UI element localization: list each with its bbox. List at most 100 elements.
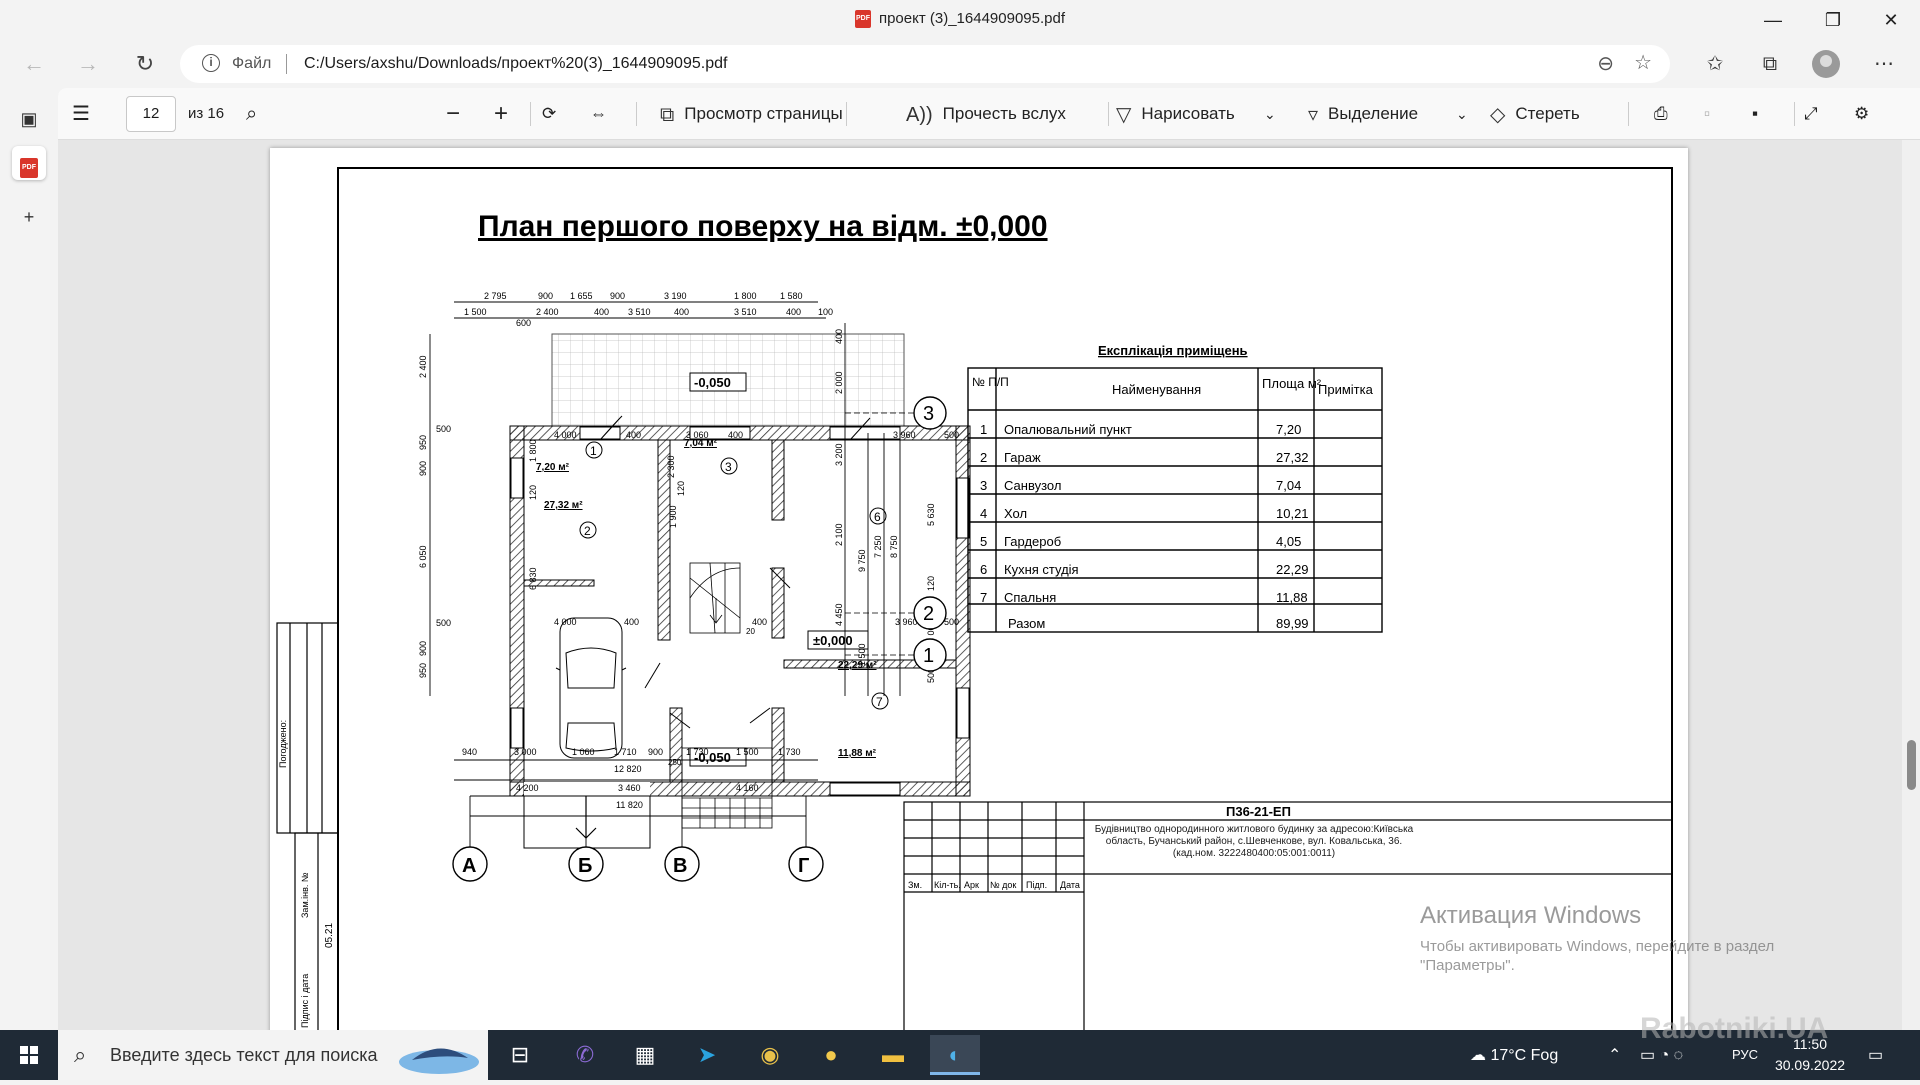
inner-vert-dim: 120 — [676, 481, 686, 496]
table-cell-area: 89,99 — [1276, 616, 1309, 631]
floor-plan-sheet: Погоджено: Зам.інв. № Підпис і дата 05.2… — [276, 167, 1673, 1030]
edge-icon[interactable]: ◐ — [930, 1035, 980, 1075]
collections-icon[interactable]: ⧉ — [1752, 48, 1788, 80]
top-dim: 100 — [818, 307, 833, 317]
search-icon[interactable]: ⌕ — [246, 100, 257, 128]
toolbar-separator — [636, 102, 637, 126]
side-label-date: 05.21 — [324, 923, 335, 948]
scrollbar-thumb[interactable] — [1907, 740, 1916, 790]
bottom-dim: 4 160 — [736, 783, 759, 793]
highlight-button[interactable]: ▿ Выделение — [1308, 100, 1418, 128]
save-icon[interactable]: ▫ — [1704, 100, 1710, 128]
tray-icons[interactable]: ▭ ◔ ◌ — [1640, 1045, 1683, 1065]
pdf-page-area[interactable]: Погоджено: Зам.інв. № Підпис і дата 05.2… — [58, 140, 1920, 1030]
vertical-tabs-sidebar: ▣ PDF + — [0, 88, 58, 1030]
toolbar-separator — [1794, 102, 1795, 126]
right-dim: 3 200 — [834, 443, 844, 466]
room-mark-6: 6 — [874, 510, 881, 524]
zoom-in-button[interactable]: + — [494, 100, 508, 128]
search-icon: ⌕ — [74, 1042, 87, 1067]
page-number-input[interactable]: 12 — [126, 96, 176, 132]
tab-actions-icon[interactable]: ▣ — [12, 102, 46, 136]
eraser-icon: ◇ — [1490, 104, 1506, 126]
bottom-dim: 940 — [462, 747, 477, 757]
close-button[interactable]: ✕ — [1868, 0, 1914, 40]
address-bar[interactable]: i Файл C:/Users/axshu/Downloads/проект%2… — [180, 45, 1670, 83]
add-favorite-icon[interactable]: ☆ — [1634, 50, 1652, 75]
print-icon[interactable]: ⎙ — [1654, 100, 1668, 128]
bottom-dim: 1 730 — [686, 747, 709, 757]
profile-avatar[interactable] — [1812, 50, 1840, 78]
left-dim: 900 — [418, 461, 428, 476]
top-dim: 3 510 — [628, 307, 651, 317]
taskbar-search-box[interactable]: ⌕ Введите здесь текст для поиска — [58, 1030, 488, 1080]
bottom-dim: 1 730 — [778, 747, 801, 757]
maximize-button[interactable]: ❐ — [1810, 0, 1856, 40]
weather-widget[interactable]: ☁ 17°C Fog — [1470, 1045, 1558, 1065]
table-cell-area: 10,21 — [1276, 506, 1309, 521]
minimize-button[interactable]: — — [1750, 0, 1796, 40]
left-dim: 500 — [436, 424, 451, 434]
highlight-dropdown-chevron-icon[interactable]: ⌄ — [1456, 100, 1468, 128]
top-dim: 1 500 — [464, 307, 487, 317]
axis-3: 3 — [923, 403, 934, 425]
start-button[interactable] — [0, 1030, 56, 1080]
zoom-out-icon[interactable]: ⊖ — [1597, 51, 1614, 76]
1c-icon[interactable]: ● — [806, 1035, 856, 1075]
telegram-icon[interactable]: ➤ — [682, 1035, 732, 1075]
tab-pdf-document[interactable]: PDF — [12, 146, 46, 180]
back-arrow-icon[interactable]: ← — [16, 46, 52, 82]
draw-dropdown-chevron-icon[interactable]: ⌄ — [1264, 100, 1276, 128]
info-icon[interactable]: i — [202, 54, 220, 72]
table-cell-name: Кухня студія — [1004, 562, 1079, 577]
left-dim: 2 400 — [418, 355, 428, 378]
erase-button[interactable]: ◇ Стереть — [1490, 100, 1580, 128]
bottom-total-2: 11 820 — [616, 800, 643, 810]
inner-mid-dim: 500 — [944, 617, 959, 627]
fullscreen-icon[interactable]: ⤢ — [1804, 100, 1818, 128]
settings-gear-icon[interactable]: ⚙ — [1854, 100, 1869, 128]
cloud-icon: ☁ — [1470, 1047, 1486, 1064]
page-total-label: из 16 — [188, 105, 225, 122]
chrome-icon[interactable]: ◉ — [745, 1035, 795, 1075]
inner-wall-g — [771, 707, 785, 783]
task-view-icon[interactable]: ⊟ — [495, 1035, 545, 1075]
vertical-scrollbar[interactable] — [1902, 140, 1920, 1030]
tray-chevron-icon[interactable]: ⌃ — [1608, 1045, 1621, 1065]
new-tab-icon[interactable]: + — [12, 200, 46, 234]
right-dim: 2 000 — [834, 371, 844, 394]
table-cell-area: 27,32 — [1276, 450, 1309, 465]
page-view-label: Просмотр страницы — [684, 104, 843, 123]
pdf-toolbar: ☰ 12 из 16 ⌕ − + ⟳ ⇔ ⧉ Просмотр страницы … — [58, 88, 1920, 140]
forward-arrow-icon[interactable]: → — [70, 46, 106, 82]
refresh-icon[interactable]: ↻ — [127, 46, 163, 82]
zoom-out-button[interactable]: − — [446, 100, 460, 128]
table-cell-name: Спальня — [1004, 590, 1056, 605]
save-as-icon[interactable]: ▪ — [1752, 100, 1758, 128]
table-header-area: Площа м² — [1262, 376, 1322, 391]
toolbar-separator — [1108, 102, 1109, 126]
stamp-column-label: № док — [990, 880, 1016, 890]
table-cell-name: Хол — [1004, 506, 1027, 521]
contents-icon[interactable]: ☰ — [72, 100, 90, 128]
more-menu-icon[interactable]: ⋯ — [1866, 48, 1902, 80]
calculator-icon[interactable]: ▦ — [620, 1035, 670, 1075]
page-view-button[interactable]: ⧉ Просмотр страницы — [660, 100, 843, 128]
top-dim: 1 580 — [780, 291, 803, 301]
language-indicator[interactable]: РУС — [1732, 1047, 1758, 1062]
bottom-dim-250: 250 — [668, 758, 682, 767]
search-highlight-illustration — [399, 1048, 479, 1074]
inner-wall-b — [771, 439, 785, 521]
level-floor: ±0,000 — [813, 633, 853, 648]
fit-page-icon[interactable]: ⇔ — [590, 100, 607, 128]
draw-button[interactable]: ▽ Нарисовать — [1116, 100, 1235, 128]
url-text[interactable]: C:/Users/axshu/Downloads/проект%20(3)_16… — [304, 55, 727, 73]
rotate-icon[interactable]: ⟳ — [542, 100, 556, 128]
notification-icon[interactable]: ▭ — [1868, 1045, 1883, 1065]
table-cell-area: 4,05 — [1276, 534, 1301, 549]
read-aloud-button[interactable]: A)) Прочесть вслух — [906, 100, 1066, 128]
file-explorer-icon[interactable]: ▬ — [868, 1035, 918, 1075]
viber-icon[interactable]: ✆ — [560, 1035, 610, 1075]
side-label-sign: Підпис і дата — [300, 974, 310, 1028]
favorites-icon[interactable]: ✩ — [1697, 48, 1733, 80]
